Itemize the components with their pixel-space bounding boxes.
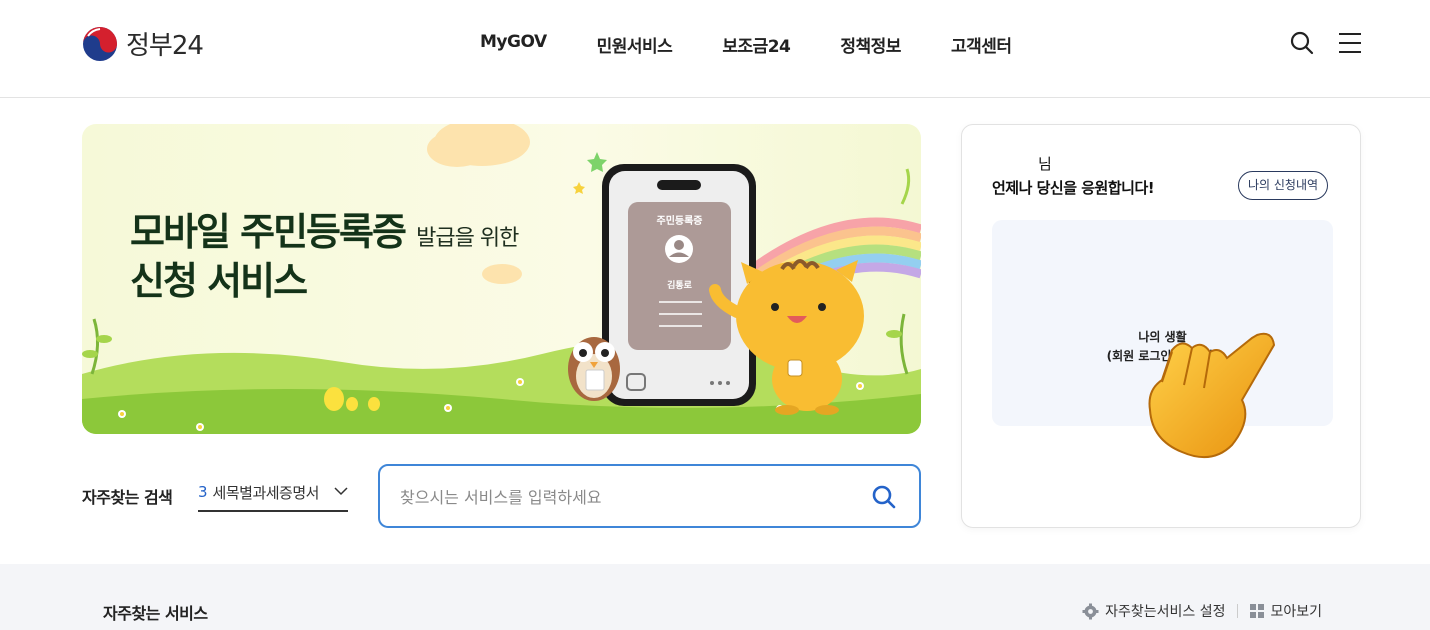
grid-icon bbox=[1250, 604, 1265, 618]
pointing-hand-icon bbox=[1148, 332, 1276, 459]
search-icon[interactable] bbox=[1289, 30, 1315, 56]
gear-icon bbox=[1082, 603, 1099, 619]
actions-divider bbox=[1237, 604, 1239, 618]
nav-item-civil-services[interactable]: 민원서비스 bbox=[597, 32, 673, 57]
gov24-logo[interactable]: 정부24 bbox=[82, 25, 204, 62]
my-life-info-box[interactable]: 나의 생활 (회원 로그인 후 확인) bbox=[992, 220, 1333, 459]
frequent-services-settings-button[interactable]: 자주찾는서비스 설정 bbox=[1082, 601, 1225, 621]
taegeuk-emblem-icon bbox=[83, 26, 117, 61]
user-side-card: 님 언제나 당신을 응원합니다! 나의 신청내역 나의 생활 (회원 로그인 후… bbox=[961, 124, 1361, 528]
frequent-services-title: 자주찾는 서비스 bbox=[103, 604, 208, 623]
banner-title-line1: 모바일 주민등록증 bbox=[130, 210, 407, 254]
chevron-down-icon bbox=[334, 487, 348, 496]
my-applications-button[interactable]: 나의 신청내역 bbox=[1238, 171, 1329, 200]
main-nav: MyGOV 민원서비스 보조금24 정책정보 고객센터 bbox=[480, 32, 1062, 57]
site-header: 정부24 MyGOV 민원서비스 보조금24 정책정보 고객센터 bbox=[0, 0, 1430, 98]
settings-label: 자주찾는서비스 설정 bbox=[1105, 604, 1226, 620]
banner-title-small: 발급을 위한 bbox=[416, 226, 519, 251]
frequent-services-section: 자주찾는 서비스 자주찾는서비스 설정 모아보기 bbox=[0, 564, 1430, 630]
banner-headline: 모바일 주민등록증 발급을 위한 신청 서비스 bbox=[130, 208, 519, 307]
greeting-name: 님 bbox=[1038, 155, 1052, 173]
promo-banner[interactable]: 모바일 주민등록증 발급을 위한 신청 서비스 주민등록증 김통로 bbox=[82, 124, 921, 434]
frequent-services-actions: 자주찾는서비스 설정 모아보기 bbox=[1082, 601, 1322, 621]
banner-title-line2: 신청 서비스 bbox=[130, 259, 308, 304]
greeting-message: 언제나 당신을 응원합니다! bbox=[992, 179, 1155, 197]
collect-view-button[interactable]: 모아보기 bbox=[1250, 601, 1322, 621]
id-card-title: 주민등록증 bbox=[656, 216, 703, 227]
service-search-box bbox=[378, 464, 921, 528]
rank-number: 3 bbox=[198, 483, 208, 501]
service-search-input[interactable] bbox=[400, 483, 860, 511]
search-submit-icon[interactable] bbox=[871, 484, 897, 510]
nav-item-customer-center[interactable]: 고객센터 bbox=[951, 32, 1012, 57]
rank-keyword: 세목별과세증명서 bbox=[212, 483, 320, 502]
menu-icon[interactable] bbox=[1337, 30, 1363, 56]
nav-item-subsidy24[interactable]: 보조금24 bbox=[722, 32, 791, 57]
collect-view-label: 모아보기 bbox=[1270, 604, 1322, 620]
nav-item-mygov[interactable]: MyGOV bbox=[480, 32, 547, 57]
frequent-search-label: 자주찾는 검색 bbox=[82, 488, 173, 507]
nav-item-policy-info[interactable]: 정책정보 bbox=[840, 32, 901, 57]
frequent-search-rank-select[interactable]: 3 세목별과세증명서 bbox=[198, 474, 348, 512]
id-card-name: 김통로 bbox=[667, 281, 692, 291]
logo-text: 정부24 bbox=[126, 31, 204, 61]
